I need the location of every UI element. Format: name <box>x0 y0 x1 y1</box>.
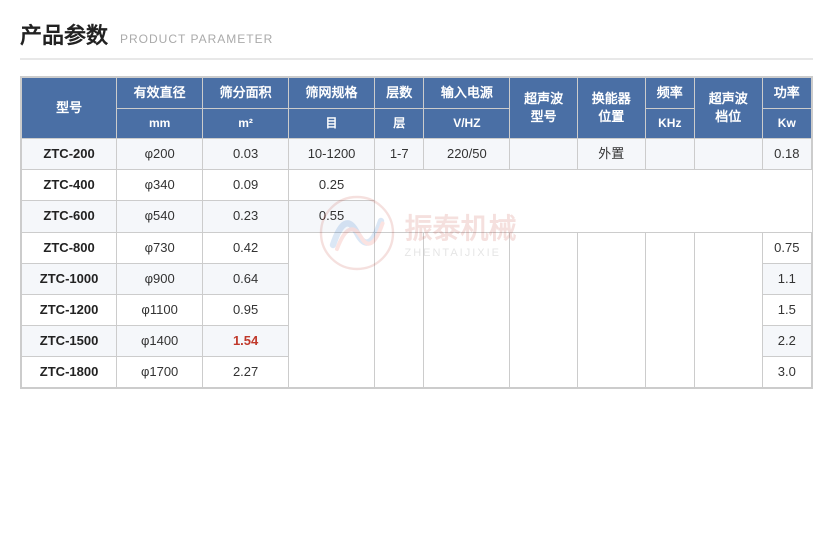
cell-model: ZTC-200 <box>22 138 117 169</box>
cell-wattage: 2.2 <box>762 326 811 357</box>
cell-diameter: φ900 <box>117 263 203 294</box>
col-header-wattage: 功率 <box>762 78 811 109</box>
cell-model: ZTC-1800 <box>22 357 117 388</box>
cell-mesh: 10-1200 <box>289 138 375 169</box>
page-header: 产品参数 PRODUCT PARAMETER <box>20 18 813 60</box>
col-unit-mesh: 目 <box>289 109 375 139</box>
cell-diameter: φ200 <box>117 138 203 169</box>
cell-power <box>424 232 510 388</box>
cell-transducer_pos <box>577 232 645 388</box>
table-body: ZTC-200φ2000.0310-12001-7220/50外置0.18ZTC… <box>22 138 812 388</box>
cell-mesh <box>289 232 375 388</box>
cell-wattage: 0.25 <box>289 170 375 201</box>
cell-wattage: 0.18 <box>762 138 811 169</box>
cell-power: 220/50 <box>424 138 510 169</box>
product-table-wrapper: 振泰机械 ZHENTAIJIXIE 型号 有效直径 筛分面积 筛网规格 层数 输… <box>20 76 813 389</box>
col-header-mesh: 筛网规格 <box>289 78 375 109</box>
cell-area: 0.64 <box>203 263 289 294</box>
cell-wattage: 1.1 <box>762 263 811 294</box>
cell-model: ZTC-400 <box>22 170 117 201</box>
cell-freq <box>645 232 694 388</box>
cell-diameter: φ1400 <box>117 326 203 357</box>
col-header-transducer-pos: 换能器位置 <box>577 78 645 139</box>
page-title-cn: 产品参数 <box>20 18 108 50</box>
col-header-gear: 超声波档位 <box>694 78 762 139</box>
col-unit-area: m² <box>203 109 289 139</box>
col-unit-power: V/HZ <box>424 109 510 139</box>
cell-wattage: 1.5 <box>762 294 811 325</box>
col-header-area: 筛分面积 <box>203 78 289 109</box>
cell-transducer_pos: 外置 <box>577 138 645 169</box>
product-table: 型号 有效直径 筛分面积 筛网规格 层数 输入电源 超声波型号 换能器位置 频率… <box>21 77 812 388</box>
cell-diameter: φ340 <box>117 170 203 201</box>
cell-layers <box>375 232 424 388</box>
col-unit-freq: KHz <box>645 109 694 139</box>
col-unit-layers: 层 <box>375 109 424 139</box>
cell-diameter: φ1700 <box>117 357 203 388</box>
cell-area: 0.09 <box>203 170 289 201</box>
cell-area: 1.54 <box>203 326 289 357</box>
cell-freq <box>645 138 694 169</box>
cell-diameter: φ540 <box>117 201 203 232</box>
cell-area: 0.03 <box>203 138 289 169</box>
cell-area: 0.42 <box>203 232 289 263</box>
col-header-transducer-model: 超声波型号 <box>510 78 578 139</box>
cell-transducer_model <box>510 232 578 388</box>
cell-wattage: 3.0 <box>762 357 811 388</box>
cell-gear <box>694 232 762 388</box>
cell-transducer_model <box>510 138 578 169</box>
cell-gear <box>694 138 762 169</box>
col-header-diameter: 有效直径 <box>117 78 203 109</box>
cell-wattage: 0.55 <box>289 201 375 232</box>
cell-layers: 1-7 <box>375 138 424 169</box>
col-header-freq: 频率 <box>645 78 694 109</box>
cell-diameter: φ1100 <box>117 294 203 325</box>
cell-area: 0.23 <box>203 201 289 232</box>
table-row: ZTC-400φ3400.090.25 <box>22 170 812 201</box>
cell-model: ZTC-800 <box>22 232 117 263</box>
page-title-en: PRODUCT PARAMETER <box>120 32 273 46</box>
table-row: ZTC-200φ2000.0310-12001-7220/50 外置 0.18 <box>22 138 812 169</box>
table-row: ZTC-800φ7300.42 0.75 <box>22 232 812 263</box>
cell-model: ZTC-1200 <box>22 294 117 325</box>
table-row: ZTC-600φ5400.230.55 <box>22 201 812 232</box>
cell-model: ZTC-600 <box>22 201 117 232</box>
col-unit-wattage: Kw <box>762 109 811 139</box>
cell-area: 2.27 <box>203 357 289 388</box>
cell-area: 0.95 <box>203 294 289 325</box>
col-unit-diameter: mm <box>117 109 203 139</box>
cell-diameter: φ730 <box>117 232 203 263</box>
col-header-model: 型号 <box>22 78 117 139</box>
col-header-layers: 层数 <box>375 78 424 109</box>
cell-model: ZTC-1500 <box>22 326 117 357</box>
cell-wattage: 0.75 <box>762 232 811 263</box>
col-header-power-input: 输入电源 <box>424 78 510 109</box>
cell-model: ZTC-1000 <box>22 263 117 294</box>
